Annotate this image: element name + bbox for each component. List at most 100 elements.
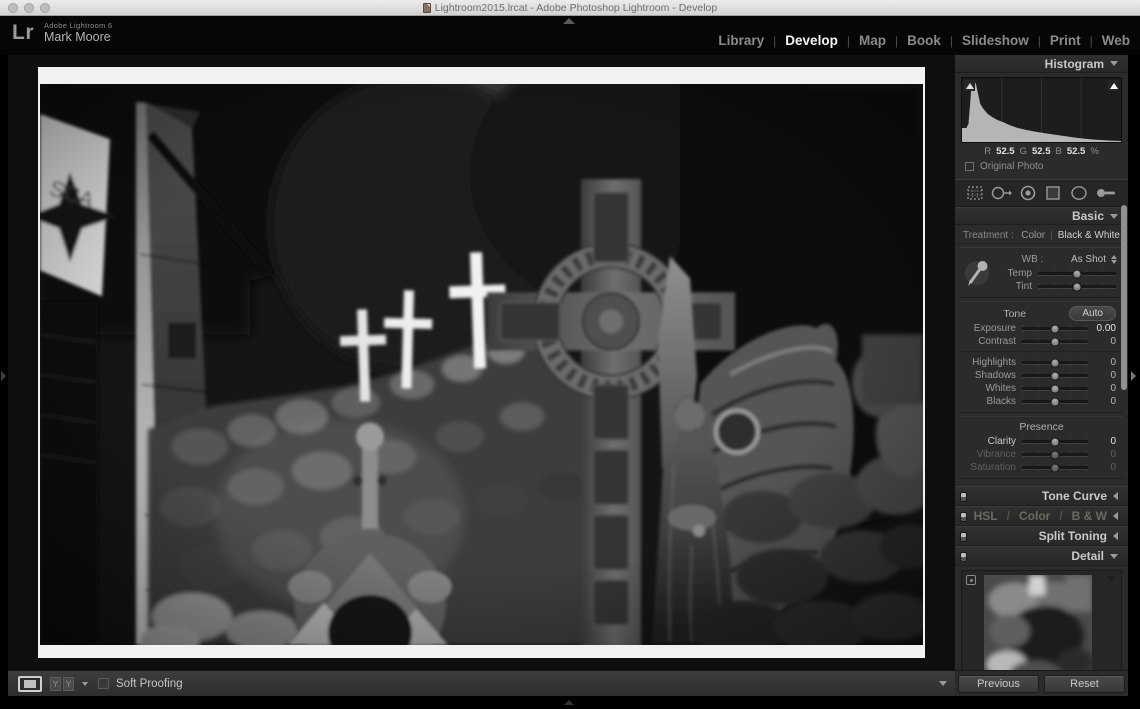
- tone-group: Tone Auto Exposure 0.00 Contrast 0: [960, 301, 1123, 413]
- highlights-slider[interactable]: [1022, 358, 1088, 367]
- highlight-clipping-indicator[interactable]: [1108, 80, 1119, 91]
- minimize-window-button[interactable]: [24, 3, 34, 13]
- detail-preview-image[interactable]: [984, 575, 1092, 670]
- hide-top-panel-arrow-icon[interactable]: [563, 18, 575, 24]
- module-develop[interactable]: Develop: [785, 33, 838, 48]
- main-area: SCA: [0, 55, 1140, 696]
- whites-slider-row: Whites 0: [960, 382, 1123, 395]
- wb-label: WB :: [994, 254, 1071, 265]
- vibrance-value: 0: [1088, 449, 1116, 460]
- temp-slider[interactable]: [1038, 269, 1116, 278]
- treatment-row: Treatment : Color | Black & White: [955, 227, 1128, 244]
- module-print[interactable]: Print: [1050, 33, 1081, 48]
- shadows-slider[interactable]: [1022, 371, 1088, 380]
- detail-collapse-triangle-icon[interactable]: [1106, 576, 1116, 582]
- radial-filter-tool-icon[interactable]: [1069, 184, 1089, 202]
- before-after-dropdown-icon[interactable]: [82, 682, 88, 686]
- treatment-bw-option[interactable]: Black & White: [1058, 230, 1120, 241]
- close-window-button[interactable]: [8, 3, 18, 13]
- traffic-lights[interactable]: [8, 3, 50, 13]
- tone-curve-enable-switch[interactable]: [960, 492, 967, 502]
- before-after-view-icon[interactable]: Y Y: [50, 677, 74, 691]
- shadows-slider-row: Shadows 0: [960, 369, 1123, 382]
- g-value: 52.5: [1032, 146, 1051, 157]
- exposure-slider[interactable]: [1022, 324, 1088, 333]
- right-panel: Histogram R5: [955, 55, 1128, 696]
- soft-proofing-checkbox[interactable]: [98, 678, 109, 689]
- hide-right-panel-arrow-icon[interactable]: [1131, 371, 1136, 381]
- detail-enable-switch[interactable]: [960, 552, 967, 562]
- content-area: SCA: [8, 55, 955, 696]
- spot-removal-tool-icon[interactable]: [990, 184, 1012, 202]
- split-toning-enable-switch[interactable]: [960, 532, 967, 542]
- detail-target-icon[interactable]: [966, 575, 976, 585]
- shadow-clipping-indicator[interactable]: [964, 80, 975, 91]
- panel-scrollbar[interactable]: [1121, 205, 1127, 390]
- red-eye-correction-tool-icon[interactable]: [1018, 184, 1038, 202]
- original-photo-checkbox[interactable]: [965, 162, 974, 171]
- show-filmstrip-arrow-icon[interactable]: [564, 700, 574, 705]
- previous-button[interactable]: Previous: [958, 675, 1039, 693]
- module-map[interactable]: Map: [859, 33, 886, 48]
- loupe-view-icon[interactable]: [18, 676, 42, 692]
- blacks-slider[interactable]: [1022, 397, 1088, 406]
- contrast-slider[interactable]: [1022, 337, 1088, 346]
- split-toning-panel-header[interactable]: Split Toning: [955, 526, 1128, 546]
- graduated-filter-tool-icon[interactable]: [1043, 184, 1063, 202]
- module-separator: |: [773, 34, 776, 48]
- chevron-left-icon: [1113, 512, 1118, 520]
- module-library[interactable]: Library: [718, 33, 764, 48]
- whites-slider[interactable]: [1022, 384, 1088, 393]
- module-picker: Library | Develop | Map | Book | Slidesh…: [718, 16, 1130, 55]
- hsl-segment[interactable]: HSL: [974, 509, 998, 523]
- detail-panel-header[interactable]: Detail: [955, 546, 1128, 566]
- tint-slider-row: Tint: [994, 280, 1123, 293]
- presence-label: Presence: [960, 420, 1123, 435]
- treatment-color-option[interactable]: Color: [1021, 230, 1045, 241]
- r-label: R: [984, 146, 991, 157]
- module-separator: |: [1090, 34, 1093, 48]
- wb-updown-icon[interactable]: [1111, 255, 1117, 264]
- crop-overlay-tool-icon[interactable]: [965, 184, 985, 202]
- hsl-enable-switch[interactable]: [960, 512, 967, 522]
- original-photo-row[interactable]: Original Photo: [961, 158, 1122, 177]
- left-panel-strip: [0, 55, 8, 696]
- toolbar-options-dropdown-icon[interactable]: [939, 681, 947, 686]
- reset-button[interactable]: Reset: [1044, 675, 1125, 693]
- identity-plate[interactable]: Lr Adobe Lightroom 6 Mark Moore: [12, 21, 112, 45]
- hsl-color-bw-panel-header[interactable]: HSL / Color / B & W: [955, 506, 1128, 526]
- bw-segment[interactable]: B & W: [1072, 509, 1107, 523]
- right-panel-scroll: Histogram R5: [955, 55, 1128, 670]
- module-book[interactable]: Book: [907, 33, 941, 48]
- basic-panel-header[interactable]: Basic: [955, 207, 1128, 225]
- whites-value: 0: [1088, 383, 1116, 394]
- vibrance-slider[interactable]: [1022, 450, 1088, 459]
- color-segment[interactable]: Color: [1019, 509, 1050, 523]
- saturation-slider[interactable]: [1022, 463, 1088, 472]
- adjustment-brush-tool-icon[interactable]: [1094, 184, 1118, 202]
- treatment-label: Treatment :: [963, 230, 1021, 241]
- hsl-separator: /: [1059, 509, 1062, 523]
- detail-panel-body: [955, 566, 1128, 670]
- tone-curve-panel-header[interactable]: Tone Curve: [955, 486, 1128, 506]
- auto-tone-button[interactable]: Auto: [1069, 306, 1116, 321]
- lr-logo: Lr: [12, 21, 34, 45]
- white-balance-dropper-icon[interactable]: [960, 251, 994, 293]
- wb-value-dropdown[interactable]: As Shot: [1071, 254, 1106, 265]
- tint-slider[interactable]: [1038, 282, 1116, 291]
- histogram-display[interactable]: [961, 77, 1122, 143]
- detail-preview-box: [961, 570, 1122, 670]
- histogram-panel-header[interactable]: Histogram: [955, 55, 1128, 73]
- basic-title: Basic: [1072, 209, 1104, 223]
- module-slideshow[interactable]: Slideshow: [962, 33, 1029, 48]
- clarity-slider[interactable]: [1022, 437, 1088, 446]
- photo-canvas[interactable]: SCA: [40, 84, 923, 645]
- show-left-panel-arrow-icon[interactable]: [1, 371, 6, 381]
- module-web[interactable]: Web: [1102, 33, 1130, 48]
- zoom-window-button[interactable]: [40, 3, 50, 13]
- basic-panel-body: Treatment : Color | Black & White: [955, 225, 1128, 486]
- vibrance-label: Vibrance: [964, 449, 1016, 460]
- treatment-separator: |: [1050, 230, 1053, 241]
- photo-frame[interactable]: SCA: [38, 67, 925, 658]
- r-value: 52.5: [996, 146, 1015, 157]
